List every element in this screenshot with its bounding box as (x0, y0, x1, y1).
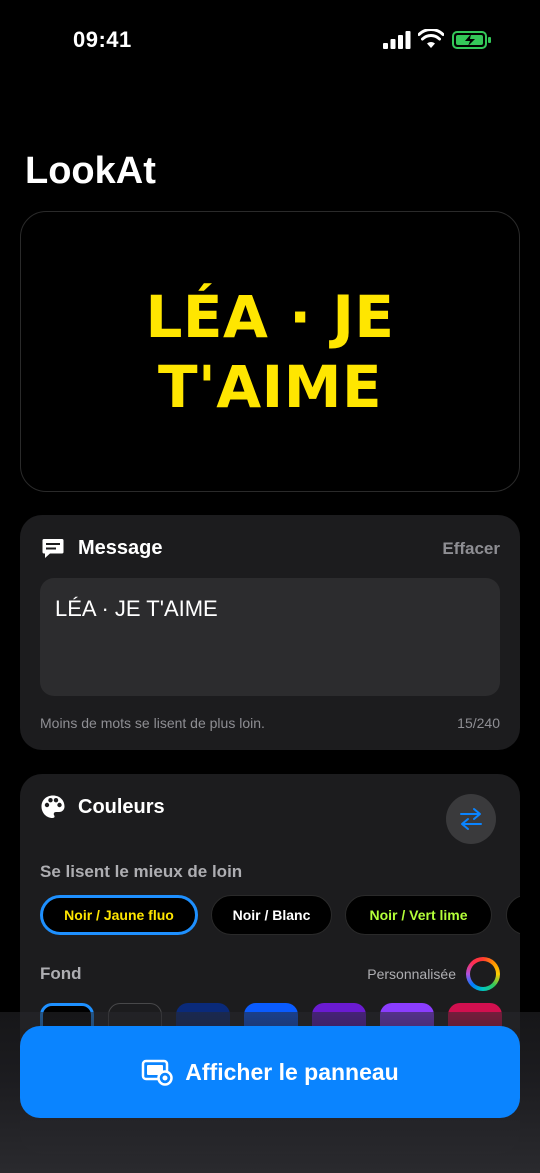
message-hint: Moins de mots se lisent de plus loin. (40, 715, 265, 731)
sign-preview[interactable]: LÉA · JE T'AIME (20, 211, 520, 492)
status-time: 09:41 (73, 27, 132, 52)
show-panel-button[interactable]: Afficher le panneau (20, 1026, 520, 1118)
show-panel-label: Afficher le panneau (185, 1058, 399, 1085)
battery-charging-icon (452, 31, 491, 49)
display-screen-icon (142, 1059, 174, 1086)
character-counter: 15/240 (457, 715, 500, 731)
preset-chips: Noir / Jaune fluo Noir / Blanc Noir / Ve… (40, 895, 520, 935)
recommended-label: Se lisent le mieux de loin (40, 862, 243, 881)
cellular-signal-icon (383, 31, 411, 49)
swap-arrows-icon (460, 808, 482, 830)
preset-chip-noir-vert[interactable]: Noir / Vert lime (345, 895, 492, 935)
custom-color-label: Personnalisée (367, 966, 456, 982)
preset-chip-noir-jaune[interactable]: Noir / Jaune fluo (40, 895, 198, 935)
colors-header: Couleurs (40, 794, 165, 820)
message-header: Message (40, 535, 163, 561)
color-wheel-button[interactable] (466, 957, 500, 991)
app-title: LookAt (25, 150, 156, 192)
background-label: Fond (40, 964, 82, 983)
message-bubble-icon (40, 535, 66, 561)
wifi-icon (418, 29, 444, 48)
preset-chip-more[interactable] (506, 895, 520, 935)
clear-button[interactable]: Effacer (442, 539, 500, 559)
swap-colors-button[interactable] (446, 794, 496, 844)
colors-label: Couleurs (78, 795, 165, 818)
palette-icon (40, 794, 66, 820)
message-card: Message Effacer LÉA · JE T'AIME Moins de… (20, 515, 520, 750)
preset-chip-noir-blanc[interactable]: Noir / Blanc (211, 895, 332, 935)
status-bar: 09:41 (0, 0, 540, 80)
preview-text: LÉA · JE T'AIME (145, 282, 395, 421)
message-label: Message (78, 536, 163, 559)
message-input[interactable]: LÉA · JE T'AIME (40, 578, 500, 696)
